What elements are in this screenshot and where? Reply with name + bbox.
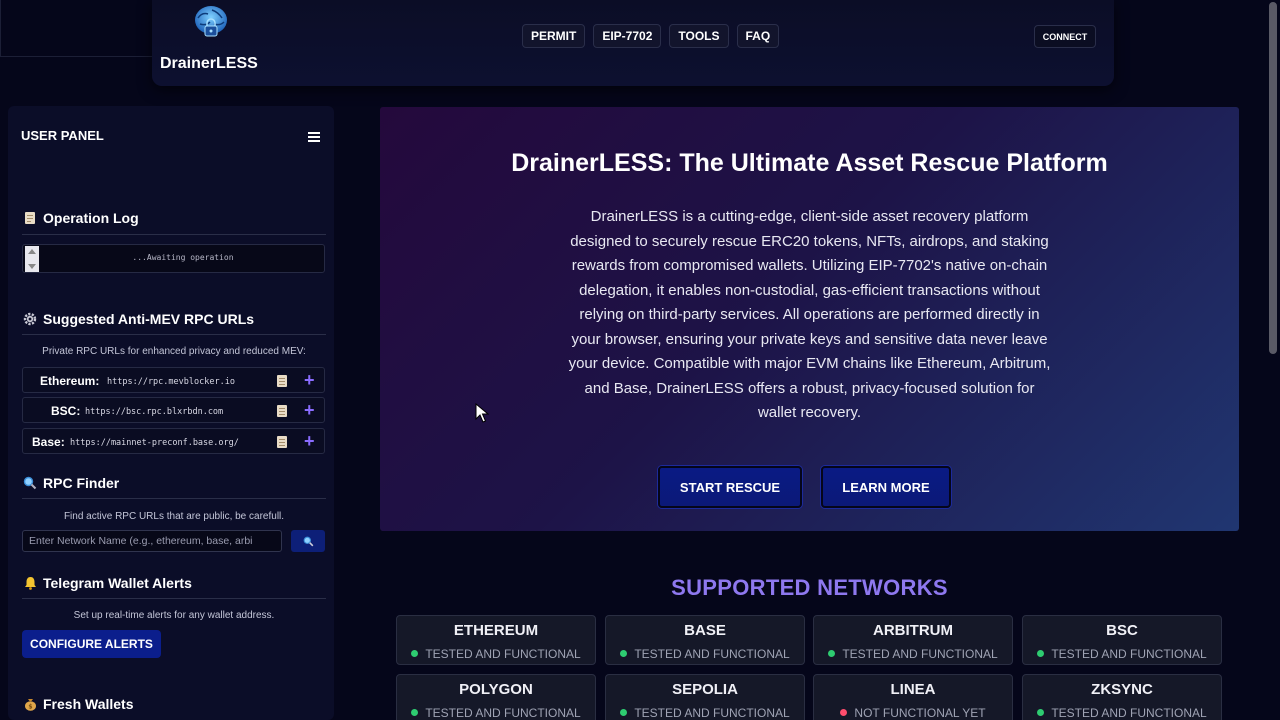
network-status: TESTED AND FUNCTIONAL xyxy=(814,647,1012,661)
nav-faq[interactable]: FAQ xyxy=(736,24,780,48)
network-status: TESTED AND FUNCTIONAL xyxy=(606,647,804,661)
operation-log-status: ...Awaiting operation xyxy=(132,253,234,262)
rpc-url[interactable]: https://mainnet-preconf.base.org/ xyxy=(70,438,239,448)
network-name: ETHEREUM xyxy=(453,622,539,639)
mouse-cursor-icon xyxy=(475,403,489,423)
anti-mev-hint: Private RPC URLs for enhanced privacy an… xyxy=(42,346,306,357)
divider xyxy=(22,234,326,235)
main-nav: PERMIT EIP-7702 TOOLS FAQ xyxy=(522,24,780,48)
plus-icon[interactable]: + xyxy=(304,431,315,451)
divider xyxy=(22,334,326,335)
nav-tools[interactable]: TOOLS xyxy=(669,24,729,48)
copy-icon[interactable] xyxy=(277,436,287,448)
network-card: LINEA NOT FUNCTIONAL YET xyxy=(813,674,1013,720)
scrollbar-thumb[interactable] xyxy=(1269,2,1277,354)
plus-icon[interactable]: + xyxy=(304,370,315,390)
hero-description: DrainerLESS is a cutting-edge, client-si… xyxy=(568,208,1051,421)
network-name: BASE xyxy=(684,622,726,639)
status-dot-icon xyxy=(1037,709,1045,716)
page-scrollbar[interactable] xyxy=(1266,0,1280,720)
status-dot-icon xyxy=(620,650,628,657)
nav-permit[interactable]: PERMIT xyxy=(522,24,586,48)
supported-networks-title: SUPPORTED NETWORKS xyxy=(671,575,948,600)
money-bag-icon: $ xyxy=(23,697,37,711)
fresh-wallets-heading: $ Fresh Wallets xyxy=(23,696,134,712)
network-status: TESTED AND FUNCTIONAL xyxy=(397,706,595,720)
gear-icon xyxy=(23,312,37,326)
network-card: BSC TESTED AND FUNCTIONAL xyxy=(1022,615,1222,665)
rpc-search-button[interactable] xyxy=(291,530,325,552)
rpc-row-bsc: BSC: https://bsc.rpc.blxrbdn.com + xyxy=(22,397,325,423)
network-status: TESTED AND FUNCTIONAL xyxy=(1023,706,1221,720)
hero-title: DrainerLESS: The Ultimate Asset Rescue P… xyxy=(511,149,1108,177)
rpc-name: Ethereum: xyxy=(40,374,100,388)
configure-alerts-button[interactable]: CONFIGURE ALERTS xyxy=(22,630,161,658)
nav-eip7702[interactable]: EIP-7702 xyxy=(593,24,662,48)
network-name: BSC xyxy=(1106,622,1138,639)
rpc-row-base: Base: https://mainnet-preconf.base.org/ … xyxy=(22,428,325,454)
rpc-row-ethereum: Ethereum: https://rpc.mevblocker.io + xyxy=(22,367,325,393)
network-status: TESTED AND FUNCTIONAL xyxy=(397,647,595,661)
network-status: NOT FUNCTIONAL YET xyxy=(814,706,1012,720)
telegram-alerts-heading: Telegram Wallet Alerts xyxy=(23,575,192,591)
rpc-name: BSC: xyxy=(51,404,81,418)
status-dot-icon xyxy=(411,650,419,657)
network-name: LINEA xyxy=(890,681,936,698)
network-card: ARBITRUM TESTED AND FUNCTIONAL xyxy=(813,615,1013,665)
brain-lock-logo-icon xyxy=(195,6,227,37)
brand-name[interactable]: DrainerLESS xyxy=(160,55,258,73)
rpc-finder-heading: RPC Finder xyxy=(23,475,119,491)
divider xyxy=(22,598,326,599)
network-card: SEPOLIA TESTED AND FUNCTIONAL xyxy=(605,674,805,720)
network-status: TESTED AND FUNCTIONAL xyxy=(1023,647,1221,661)
copy-icon[interactable] xyxy=(277,375,287,387)
network-name: ARBITRUM xyxy=(873,622,953,639)
status-dot-icon xyxy=(411,709,419,716)
magnifier-icon xyxy=(23,476,37,490)
learn-more-button[interactable]: LEARN MORE xyxy=(821,466,951,508)
top-left-panel xyxy=(0,0,159,57)
status-dot-icon xyxy=(828,650,836,657)
status-dot-icon xyxy=(1037,650,1045,657)
status-dot-icon xyxy=(620,709,628,716)
rpc-url[interactable]: https://bsc.rpc.blxrbdn.com xyxy=(85,407,223,417)
status-dot-icon xyxy=(840,709,848,716)
anti-mev-heading: Suggested Anti-MEV RPC URLs xyxy=(23,311,254,327)
network-card: BASE TESTED AND FUNCTIONAL xyxy=(605,615,805,665)
menu-icon[interactable] xyxy=(308,132,320,142)
operation-log-heading: Operation Log xyxy=(23,210,139,226)
network-name: ZKSYNC xyxy=(1091,681,1153,698)
clipboard-icon xyxy=(23,211,37,225)
bell-icon xyxy=(23,576,37,590)
copy-icon[interactable] xyxy=(277,405,287,417)
connect-button[interactable]: CONNECT xyxy=(1034,25,1096,48)
network-search-input[interactable] xyxy=(22,530,282,552)
svg-text:$: $ xyxy=(28,704,32,711)
search-icon xyxy=(303,536,313,546)
operation-log-box: ...Awaiting operation xyxy=(22,244,325,273)
rpc-finder-hint: Find active RPC URLs that are public, be… xyxy=(63,511,285,522)
network-card: ETHEREUM TESTED AND FUNCTIONAL xyxy=(396,615,596,665)
panel-title: USER PANEL xyxy=(21,128,104,143)
top-header: DrainerLESS PERMIT EIP-7702 TOOLS FAQ CO… xyxy=(152,0,1114,86)
plus-icon[interactable]: + xyxy=(304,400,315,420)
network-status: TESTED AND FUNCTIONAL xyxy=(606,706,804,720)
divider xyxy=(22,498,326,499)
network-card: ZKSYNC TESTED AND FUNCTIONAL xyxy=(1022,674,1222,720)
start-rescue-button[interactable]: START RESCUE xyxy=(658,466,802,508)
network-name: POLYGON xyxy=(459,681,533,698)
network-name: SEPOLIA xyxy=(672,681,738,698)
hero-section: DrainerLESS: The Ultimate Asset Rescue P… xyxy=(380,107,1239,531)
user-panel-sidebar: USER PANEL Operation Log ...Awaiting ope… xyxy=(8,106,334,720)
rpc-url[interactable]: https://rpc.mevblocker.io xyxy=(107,377,235,387)
rpc-name: Base: xyxy=(32,435,65,449)
telegram-hint: Set up real-time alerts for any wallet a… xyxy=(73,610,275,621)
network-card: POLYGON TESTED AND FUNCTIONAL xyxy=(396,674,596,720)
log-scrollbar[interactable] xyxy=(25,246,39,272)
